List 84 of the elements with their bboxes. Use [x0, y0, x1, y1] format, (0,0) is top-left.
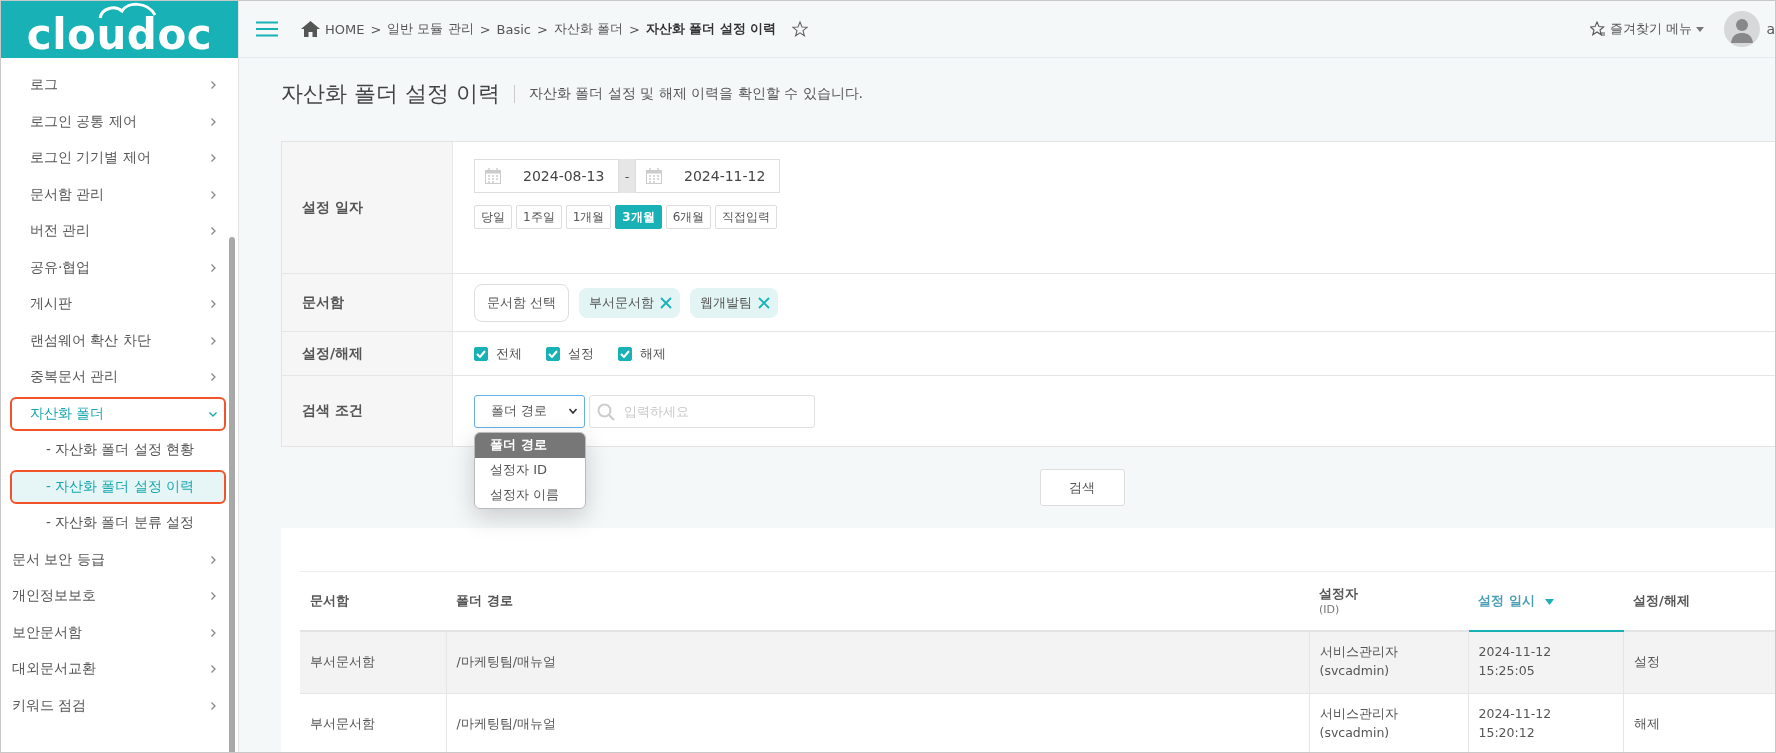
breadcrumb-separator: >	[479, 21, 491, 37]
star-icon	[1590, 21, 1607, 37]
table-cell: 부서문서함	[300, 630, 446, 693]
table-cell: 2024-11-12 15:25:05	[1468, 630, 1623, 693]
sidebar-item[interactable]: 보안문서함	[10, 615, 226, 650]
table-cell: 부서문서함	[300, 693, 446, 752]
breadcrumb-current: 자산화 폴더 설정 이력	[645, 20, 777, 38]
home-icon[interactable]	[301, 21, 320, 37]
star-icon[interactable]	[792, 21, 809, 37]
sidebar-subitem[interactable]: - 자산화 폴더 분류 설정	[10, 506, 226, 541]
search-icon	[597, 402, 615, 421]
dropdown-option[interactable]: 설정자 ID	[475, 457, 585, 483]
menu-icon[interactable]	[256, 21, 278, 37]
table-cell: 해제	[1623, 693, 1775, 752]
sort-descending-icon	[1544, 598, 1554, 605]
caret-icon	[1696, 26, 1705, 32]
sidebar-item[interactable]: 대외문서교환	[10, 652, 226, 687]
filter-label: 검색 조건	[282, 376, 453, 446]
sidebar-item[interactable]: 중복문서 관리	[10, 360, 226, 395]
dropdown-option[interactable]: 폴더 경로	[475, 432, 585, 458]
period-button[interactable]: 당일	[474, 205, 512, 229]
folder-tag: 부서문서함	[579, 287, 681, 318]
date-range-separator: -	[619, 159, 635, 193]
checkbox[interactable]	[474, 346, 488, 361]
folder-tag: 웹개발팀	[690, 287, 779, 318]
search-type-select[interactable]: 폴더 경로	[474, 394, 585, 428]
chevron-down-icon	[568, 406, 578, 416]
sidebar-item[interactable]: 버전 관리	[10, 214, 226, 249]
checkbox-label: 설정	[568, 344, 594, 363]
period-button[interactable]: 직접입력	[715, 205, 778, 229]
select-folder-button[interactable]: 문서함 선택	[474, 283, 570, 322]
sidebar-item[interactable]: 게시판	[10, 287, 226, 322]
breadcrumb-separator: >	[370, 21, 382, 37]
end-date-field[interactable]: 2024-11-12	[635, 159, 780, 193]
breadcrumb-link[interactable]: 자산화 폴더	[553, 20, 623, 38]
avatar-icon[interactable]	[1724, 11, 1761, 47]
period-button[interactable]: 1개월	[565, 205, 612, 229]
calendar-icon	[485, 168, 501, 184]
breadcrumb-link[interactable]: Basic	[496, 21, 531, 37]
calendar-icon	[646, 168, 662, 184]
page-title: 자산화 폴더 설정 이력	[281, 80, 500, 108]
table-cell: 서비스관리자 (svcadmin)	[1309, 630, 1468, 693]
dropdown-option[interactable]: 설정자 이름	[475, 482, 585, 508]
table-cell: 2024-11-12 15:20:12	[1468, 693, 1623, 752]
checkbox-label: 해제	[640, 344, 666, 363]
page-description: 자산화 폴더 설정 및 해제 이력을 확인할 수 있습니다.	[529, 85, 864, 103]
table-cell: 설정	[1623, 630, 1775, 693]
breadcrumb-link[interactable]: 일반 모듈 관리	[387, 20, 474, 38]
sidebar-subitem[interactable]: - 자산화 폴더 설정 현황	[10, 433, 226, 468]
filter-label: 설정/해제	[282, 332, 453, 375]
filter-label: 설정 일자	[282, 142, 453, 273]
user-name[interactable]: a	[1766, 21, 1775, 37]
checkbox[interactable]	[546, 346, 560, 361]
checkbox[interactable]	[618, 346, 632, 361]
sidebar-item[interactable]: 문서함 관리	[10, 177, 226, 212]
period-button[interactable]: 1주일	[516, 205, 562, 229]
breadcrumb-separator: >	[536, 21, 548, 37]
breadcrumb-separator: >	[629, 21, 640, 37]
checkbox-label: 전체	[496, 344, 522, 363]
sidebar-item[interactable]: 키워드 점검	[10, 688, 226, 723]
scrollbar-thumb[interactable]	[229, 237, 235, 752]
sidebar-item[interactable]: 로그인 공통 제어	[10, 104, 226, 139]
logo-text: cloudoc	[26, 12, 213, 58]
search-button[interactable]: 검색	[1039, 469, 1125, 506]
table-cell: /마케팅팀/매뉴얼	[446, 693, 1309, 752]
column-header[interactable]: 설정/해제	[1623, 571, 1775, 631]
breadcrumb-link[interactable]: HOME	[325, 21, 365, 37]
sidebar-item[interactable]: 랜섬웨어 확산 차단	[10, 323, 226, 358]
sidebar-item[interactable]: 로그인 기기별 제어	[10, 141, 226, 176]
table-cell: 서비스관리자 (svcadmin)	[1309, 693, 1468, 752]
sidebar-item[interactable]: 공유·협업	[10, 250, 226, 285]
column-header[interactable]: 문서함	[300, 571, 446, 631]
period-button[interactable]: 6개월	[665, 205, 712, 229]
sidebar-item[interactable]: 개인정보보호	[10, 579, 226, 614]
sidebar-item[interactable]: 로그	[10, 68, 226, 103]
filter-label: 문서함	[282, 274, 453, 331]
close-icon[interactable]	[758, 296, 771, 309]
start-date-field[interactable]: 2024-08-13	[474, 159, 619, 193]
column-header[interactable]: 폴더 경로	[446, 571, 1309, 631]
sidebar-item[interactable]: 문서 보안 등급	[10, 542, 226, 577]
close-icon[interactable]	[660, 296, 673, 309]
favorites-menu[interactable]: 즐겨찾기 메뉴	[1590, 20, 1705, 38]
column-header[interactable]: 설정자 (ID)	[1309, 571, 1468, 631]
table-cell: /마케팅팀/매뉴얼	[446, 630, 1309, 693]
